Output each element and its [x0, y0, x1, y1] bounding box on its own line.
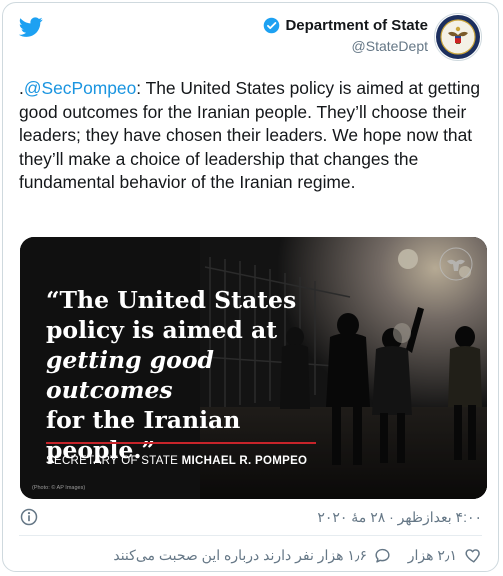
red-divider: [46, 442, 316, 444]
tweet-image[interactable]: “The United States policy is aimed at ge…: [20, 237, 487, 499]
pull-quote: “The United States policy is aimed at ge…: [46, 285, 346, 465]
avatar[interactable]: [434, 13, 482, 61]
tweet-text: .@SecPompeo: The United States policy is…: [19, 77, 487, 195]
speaker-role: SECRETARY OF STATE: [46, 455, 182, 467]
speech-bubble-icon: [375, 548, 390, 563]
like-count: ۲٫۱ هزار: [407, 547, 457, 563]
mention-link[interactable]: @SecPompeo: [24, 78, 136, 98]
author-name[interactable]: Department of State: [285, 17, 428, 34]
tweet-meta: ۴:۰۰ بعدازظهر · ۲۸ مهٔ ۲۰۲۰: [19, 505, 482, 529]
verified-badge-icon: [264, 17, 280, 34]
state-seal-watermark-icon: [439, 247, 473, 281]
quote-line-1: “The United States: [46, 286, 297, 314]
photo-credit: (Photo: © AP Images): [32, 485, 86, 491]
twitter-bird-icon[interactable]: [17, 15, 45, 39]
speaker-title: SECRETARY OF STATE MICHAEL R. POMPEO: [46, 455, 307, 467]
tweet-card[interactable]: Department of State @StateDept .@SecPomp…: [2, 2, 499, 572]
author-block[interactable]: Department of State @StateDept: [263, 17, 428, 54]
tweet-actions: ۲٫۱ هزار ۱٫۶ هزار نفر دارند درباره این ص…: [19, 543, 482, 569]
like-button[interactable]: ۲٫۱ هزار: [408, 546, 482, 565]
quote-line-3: getting good outcomes: [46, 346, 214, 404]
info-icon[interactable]: [19, 507, 39, 527]
comment-count: ۱٫۶ هزار نفر دارند درباره این صحبت می‌کن…: [113, 547, 367, 563]
timestamp-link[interactable]: ۴:۰۰ بعدازظهر · ۲۸ مهٔ ۲۰۲۰: [317, 509, 482, 526]
quote-line-2: policy is aimed at: [46, 316, 278, 344]
heart-icon: [465, 549, 480, 563]
speaker-name: MICHAEL R. POMPEO: [181, 455, 308, 467]
comment-button[interactable]: ۱٫۶ هزار نفر دارند درباره این صحبت می‌کن…: [113, 546, 392, 565]
divider: [19, 535, 482, 536]
author-handle[interactable]: @StateDept: [263, 38, 428, 54]
state-seal-icon: [436, 15, 480, 59]
